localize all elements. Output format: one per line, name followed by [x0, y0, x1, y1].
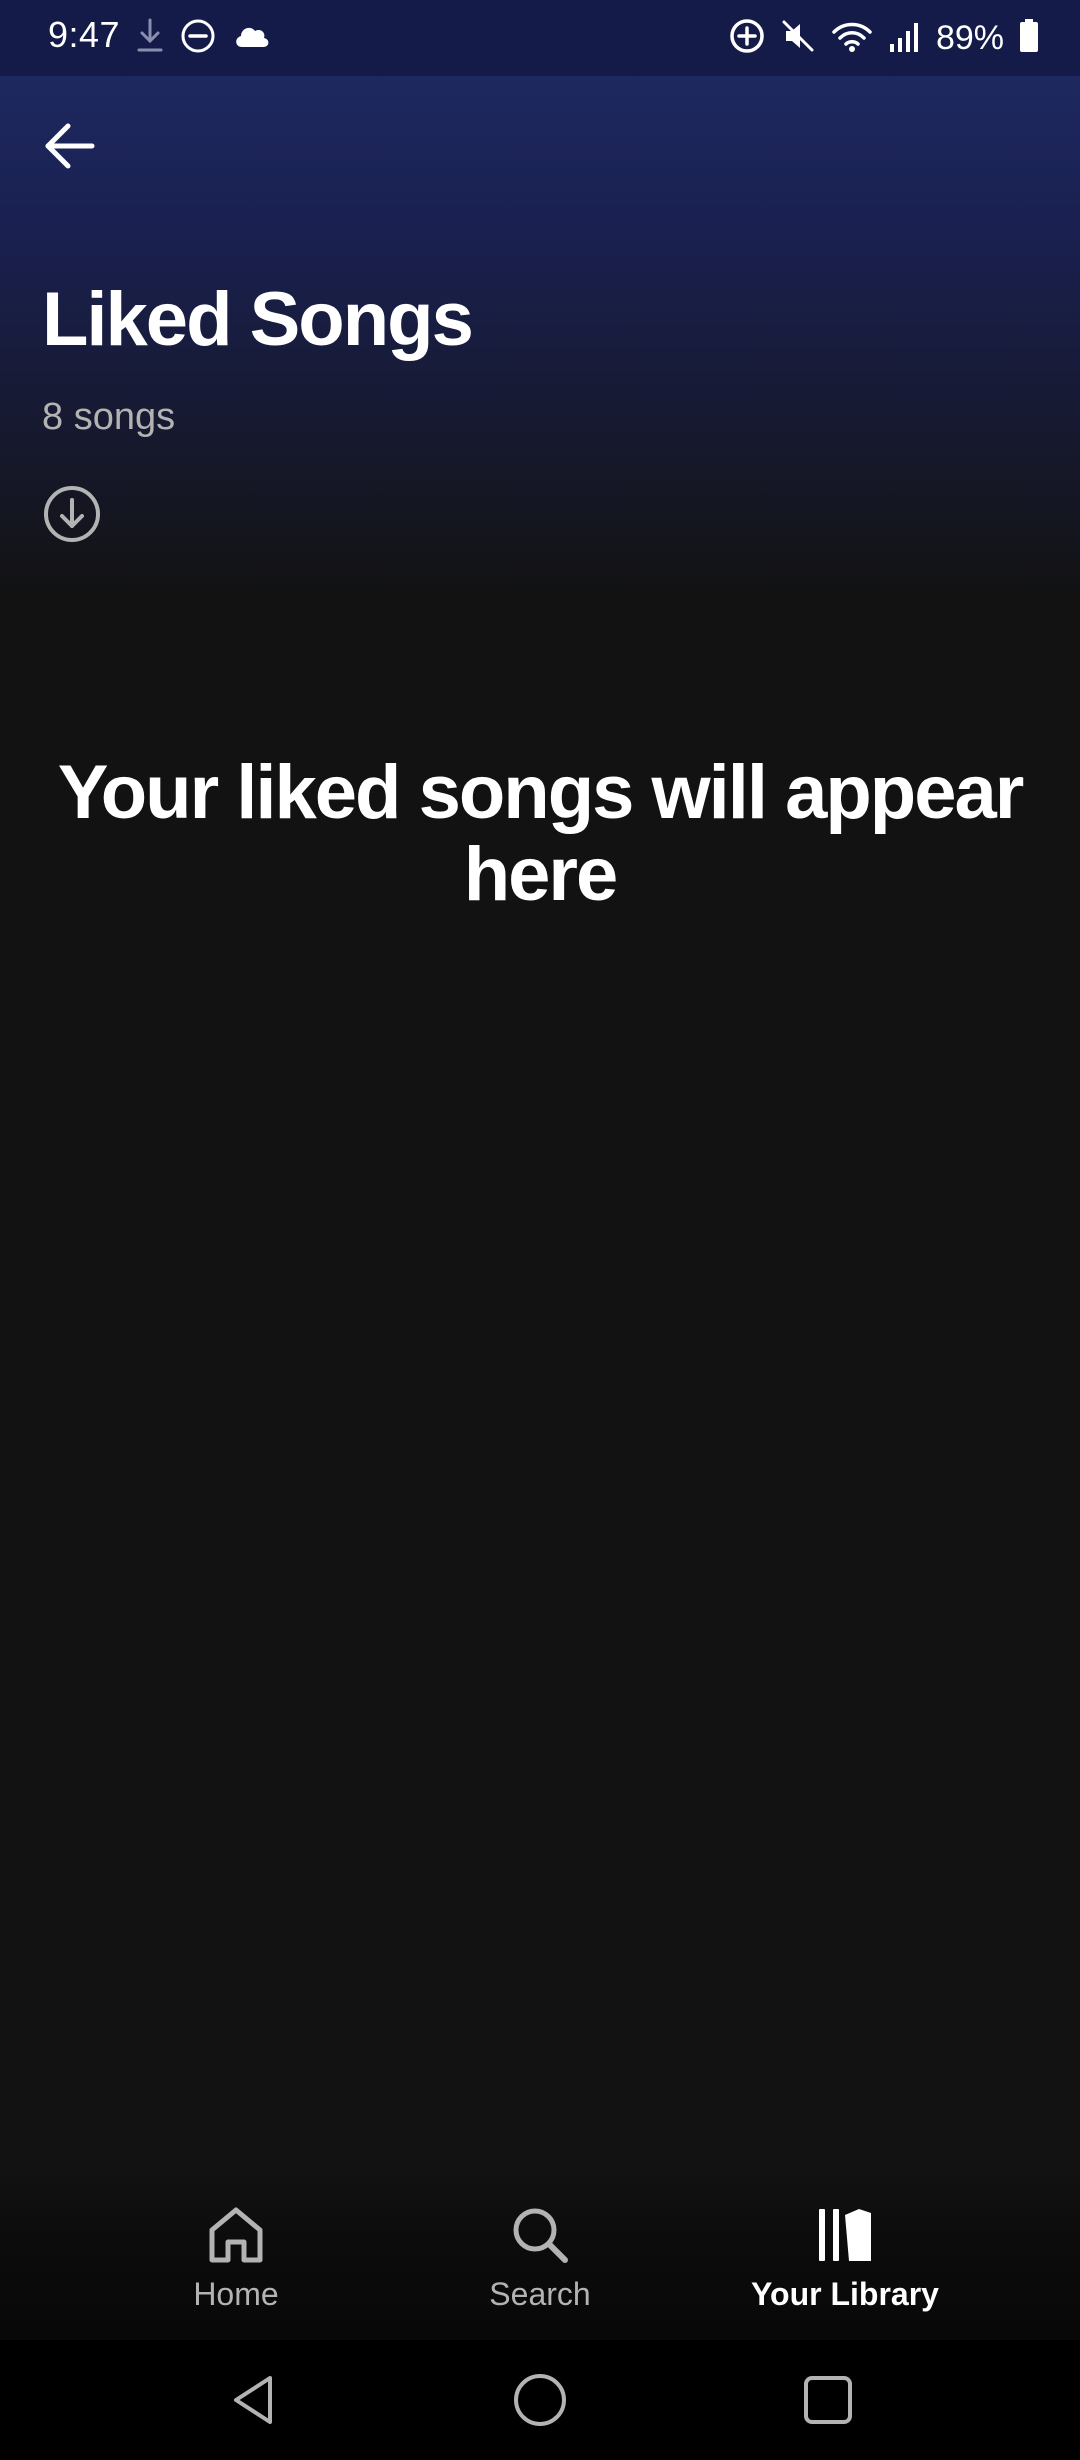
download-button[interactable] [40, 482, 104, 546]
wifi-icon [830, 18, 874, 59]
nav-item-your-library[interactable]: Your Library [695, 2200, 995, 2313]
system-back-button[interactable] [218, 2364, 290, 2436]
status-right-icons: 89% [728, 14, 1040, 62]
nav-item-home[interactable]: Home [86, 2200, 386, 2313]
liked-songs-screen: 9:47 89% Liked Songs 8 songs Your liked … [0, 0, 1080, 2460]
system-home-button[interactable] [504, 2364, 576, 2436]
signal-icon [888, 18, 922, 59]
empty-state-message: Your liked songs will appear here [57, 750, 1025, 917]
nav-label-home: Home [193, 2276, 279, 2312]
download-icon [136, 18, 164, 59]
nav-item-search[interactable]: Search [390, 2200, 690, 2313]
home-circle-icon [514, 2374, 566, 2426]
nav-label-your-library: Your Library [751, 2276, 939, 2312]
mute-icon [780, 18, 816, 59]
system-nav-bar [0, 2340, 1080, 2460]
search-icon [505, 2200, 575, 2270]
back-triangle-icon [234, 2376, 272, 2424]
recents-square-icon [804, 2376, 852, 2424]
status-time: 9:47 [48, 14, 121, 55]
arrow-left-icon [45, 123, 95, 169]
song-count: 8 songs [42, 396, 176, 438]
back-button[interactable] [36, 112, 104, 180]
battery-icon [1018, 18, 1040, 59]
system-recents-button[interactable] [792, 2364, 864, 2436]
battery-percentage: 89% [935, 18, 1004, 57]
status-bar: 9:47 89% [0, 0, 1080, 76]
bottom-nav: Home Search Your Library [0, 2170, 1080, 2340]
status-left-icons [136, 18, 272, 58]
page-title: Liked Songs [42, 277, 474, 362]
home-icon [201, 2200, 271, 2270]
do-not-disturb-icon [180, 18, 216, 59]
download-circle-icon [44, 486, 100, 542]
library-icon [810, 2200, 880, 2270]
nav-label-search: Search [489, 2276, 591, 2312]
data-saver-icon [728, 17, 766, 60]
cloud-icon [232, 21, 272, 56]
